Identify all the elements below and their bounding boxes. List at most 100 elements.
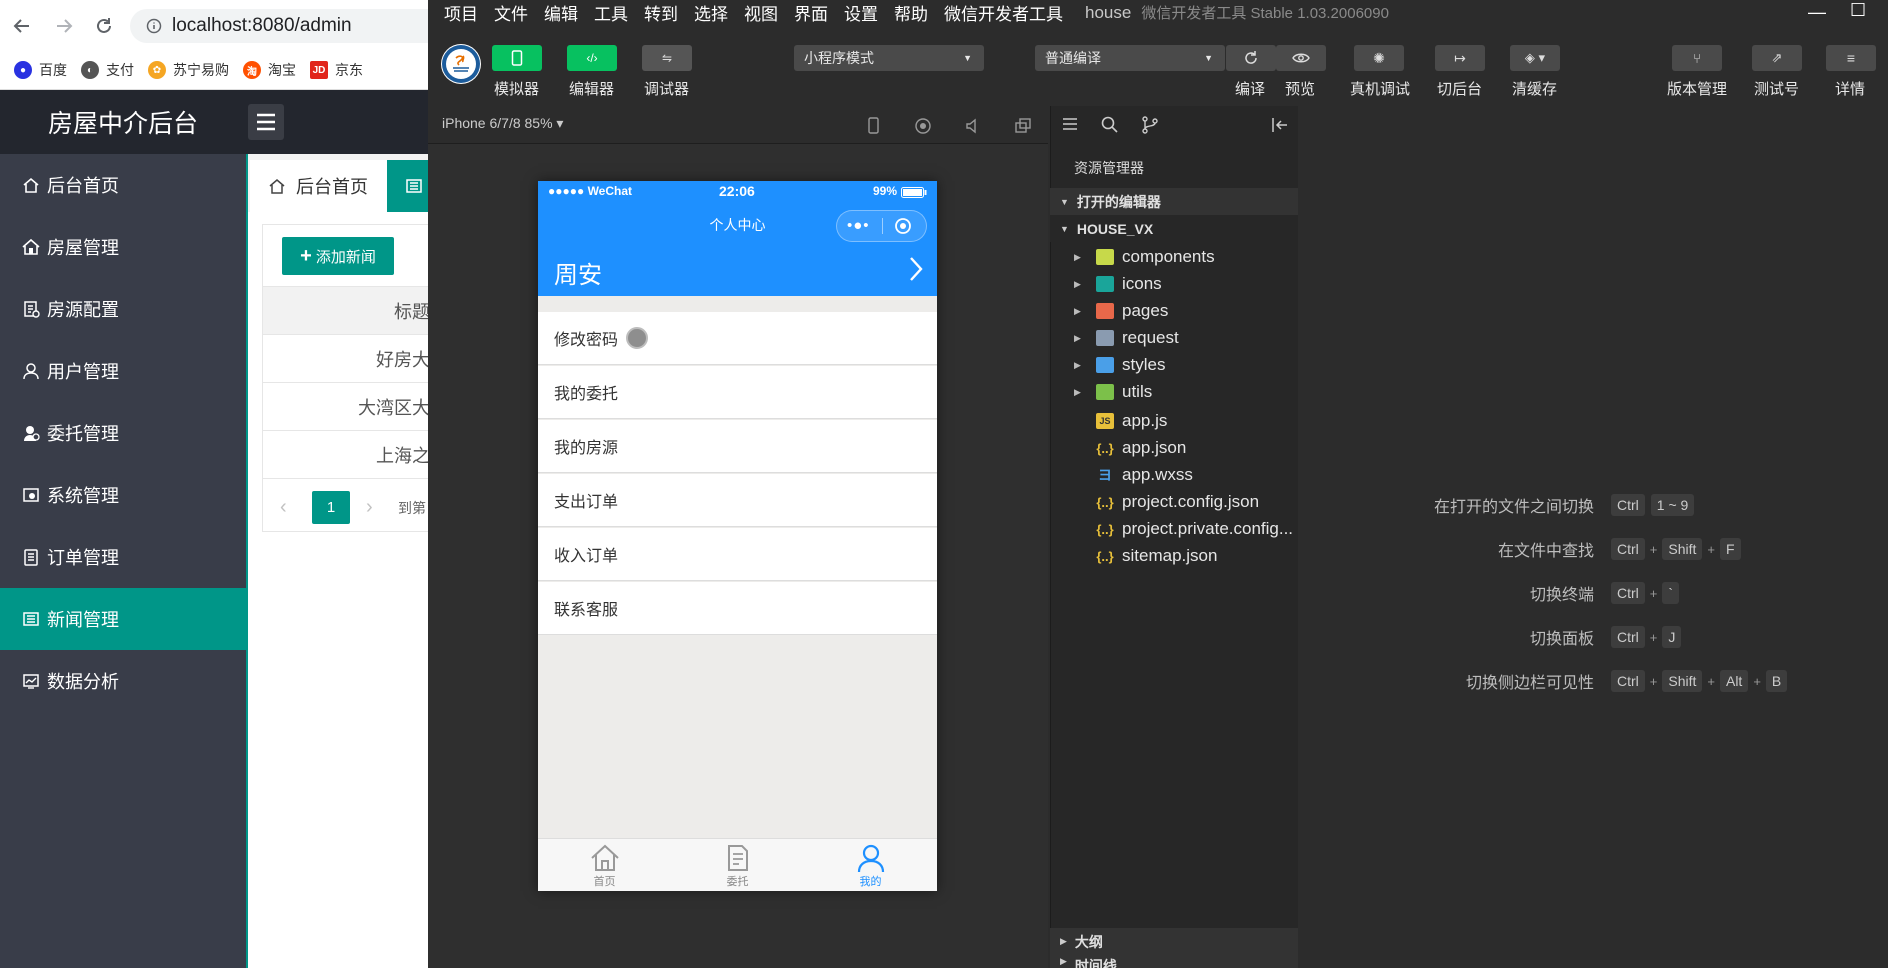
- pager-goto-label: 到第: [398, 500, 426, 516]
- menu-tools[interactable]: 工具: [594, 0, 628, 25]
- tab-mine[interactable]: 我的: [804, 838, 937, 891]
- menu-view[interactable]: 视图: [744, 0, 778, 25]
- menu-select[interactable]: 选择: [694, 0, 728, 25]
- volume-icon[interactable]: [962, 115, 984, 137]
- table-row[interactable]: 大湾区大: [263, 382, 430, 430]
- menu-my-entrust[interactable]: 我的委托: [538, 366, 937, 419]
- outline-section[interactable]: ▶ 大纲: [1050, 928, 1298, 955]
- project-root-section[interactable]: ▼ HOUSE_VX: [1050, 215, 1298, 242]
- close-target-icon[interactable]: [894, 217, 912, 235]
- remote-debug-button[interactable]: ✺: [1354, 45, 1404, 71]
- tab-news[interactable]: [387, 160, 430, 212]
- phone-time: 22:06: [719, 183, 755, 199]
- menu-expense-orders[interactable]: 支出订单: [538, 474, 937, 527]
- tree-item-label: sitemap.json: [1122, 546, 1218, 565]
- menu-file[interactable]: 文件: [494, 0, 528, 25]
- carrier-label: ●●●●● WeChat: [548, 184, 633, 198]
- menu-my-houses[interactable]: 我的房源: [538, 420, 937, 473]
- pager-page-current[interactable]: 1: [312, 491, 350, 524]
- debugger-toggle-button[interactable]: ⇋: [642, 45, 692, 71]
- menu-customer-service[interactable]: 联系客服: [538, 582, 937, 635]
- tree-folder-icons[interactable]: ▶ icons: [1074, 271, 1298, 297]
- pager-next-icon[interactable]: ›: [366, 496, 373, 519]
- sidebar-item-config[interactable]: 房源配置: [0, 278, 246, 340]
- background-button[interactable]: ↦: [1435, 45, 1485, 71]
- record-icon[interactable]: [912, 115, 934, 137]
- source-control-icon[interactable]: [1140, 115, 1160, 135]
- bookmark-jd[interactable]: JD 京东: [310, 60, 363, 80]
- tree-folder-components[interactable]: ▶ components: [1074, 244, 1298, 270]
- device-select[interactable]: iPhone 6/7/8 85% ▾: [442, 115, 563, 132]
- search-icon[interactable]: [1100, 115, 1120, 135]
- sidebar-item-orders[interactable]: 订单管理: [0, 526, 246, 588]
- forward-arrow-icon[interactable]: [50, 12, 78, 40]
- bookmark-baidu[interactable]: ● 百度: [14, 60, 67, 80]
- css-file-icon: ヨ: [1098, 467, 1112, 483]
- tree-folder-utils[interactable]: ▶ utils: [1074, 379, 1298, 405]
- address-bar[interactable]: localhost:8080/admin: [130, 9, 430, 43]
- tree-file-sitemap[interactable]: {..} sitemap.json: [1074, 543, 1298, 569]
- sidebar-item-house[interactable]: 房屋管理: [0, 216, 246, 278]
- clear-cache-button[interactable]: ◈ ▾: [1510, 45, 1560, 71]
- collapse-panel-icon[interactable]: [1270, 115, 1290, 135]
- reload-icon[interactable]: [90, 12, 118, 40]
- tab-home[interactable]: 首页: [538, 838, 671, 891]
- user-profile-header[interactable]: 周安: [538, 248, 937, 296]
- tab-home[interactable]: 后台首页: [250, 160, 387, 212]
- hamburger-menu-button[interactable]: [248, 104, 284, 140]
- preview-button[interactable]: [1276, 45, 1326, 71]
- tree-file-app-json[interactable]: {..} app.json: [1074, 435, 1298, 461]
- menu-interface[interactable]: 界面: [794, 0, 828, 25]
- table-row[interactable]: 上海之: [263, 430, 430, 478]
- compile-mode-select[interactable]: 普通编译 ▼: [1035, 45, 1225, 71]
- sidebar-item-home[interactable]: 后台首页: [0, 154, 246, 216]
- sidebar-item-entrust[interactable]: 委托管理: [0, 402, 246, 464]
- bookmark-taobao[interactable]: 淘淘宝: [243, 60, 296, 80]
- more-dots-icon[interactable]: •●•: [847, 217, 870, 234]
- menu-devtools[interactable]: 微信开发者工具: [944, 0, 1063, 25]
- bookmark-suning[interactable]: ✿ 苏宁易购: [148, 60, 229, 80]
- simulator-toggle-button[interactable]: [492, 45, 542, 71]
- details-button[interactable]: ≡: [1826, 45, 1876, 71]
- mode-select[interactable]: 小程序模式 ▼: [794, 45, 984, 71]
- test-account-button[interactable]: ⇗: [1752, 45, 1802, 71]
- tree-file-project-private-config[interactable]: {..} project.private.config...: [1074, 516, 1298, 542]
- timeline-section[interactable]: ▶ 时间线: [1050, 955, 1298, 968]
- menu-settings[interactable]: 设置: [844, 0, 878, 25]
- chevron-right-icon[interactable]: [908, 255, 924, 283]
- tree-folder-styles[interactable]: ▶ styles: [1074, 352, 1298, 378]
- sidebar-item-news[interactable]: 新闻管理: [0, 588, 246, 650]
- phone-rotate-icon[interactable]: [862, 115, 884, 137]
- bookmark-pay[interactable]: ◐ 支付: [81, 60, 134, 80]
- open-editors-section[interactable]: ▼ 打开的编辑器: [1050, 188, 1298, 215]
- table-row[interactable]: 好房大: [263, 334, 430, 382]
- tree-file-app-wxss[interactable]: ヨ app.wxss: [1074, 462, 1298, 488]
- tab-entrust[interactable]: 委托: [671, 838, 804, 891]
- tree-file-project-config[interactable]: {..} project.config.json: [1074, 489, 1298, 515]
- version-button[interactable]: ⑂: [1672, 45, 1722, 71]
- menu-help[interactable]: 帮助: [894, 0, 928, 25]
- sidebar-item-analytics[interactable]: 数据分析: [0, 650, 246, 712]
- info-icon[interactable]: [146, 18, 162, 34]
- maximize-icon[interactable]: ☐: [1850, 0, 1866, 21]
- minimize-icon[interactable]: —: [1808, 2, 1826, 23]
- sidebar-item-system[interactable]: 系统管理: [0, 464, 246, 526]
- menu-goto[interactable]: 转到: [644, 0, 678, 25]
- sidebar-item-users[interactable]: 用户管理: [0, 340, 246, 402]
- tree-folder-request[interactable]: ▶ request: [1074, 325, 1298, 351]
- compile-button[interactable]: [1226, 45, 1276, 71]
- editor-toggle-button[interactable]: ‹/›: [567, 45, 617, 71]
- detach-window-icon[interactable]: [1012, 115, 1034, 137]
- menu-edit[interactable]: 编辑: [544, 0, 578, 25]
- menu-change-password[interactable]: 修改密码: [538, 312, 937, 365]
- back-arrow-icon[interactable]: [8, 12, 36, 40]
- tree-file-app-js[interactable]: JS app.js: [1074, 408, 1298, 434]
- mini-program-capsule[interactable]: •●•: [836, 210, 927, 242]
- list-icon[interactable]: [1060, 115, 1080, 135]
- menu-project[interactable]: 项目: [444, 0, 478, 25]
- pager-prev-icon[interactable]: ‹: [280, 496, 287, 519]
- add-news-button[interactable]: + 添加新闻: [282, 237, 394, 275]
- tree-folder-pages[interactable]: ▶ pages: [1074, 298, 1298, 324]
- project-avatar[interactable]: [441, 44, 481, 84]
- menu-income-orders[interactable]: 收入订单: [538, 528, 937, 581]
